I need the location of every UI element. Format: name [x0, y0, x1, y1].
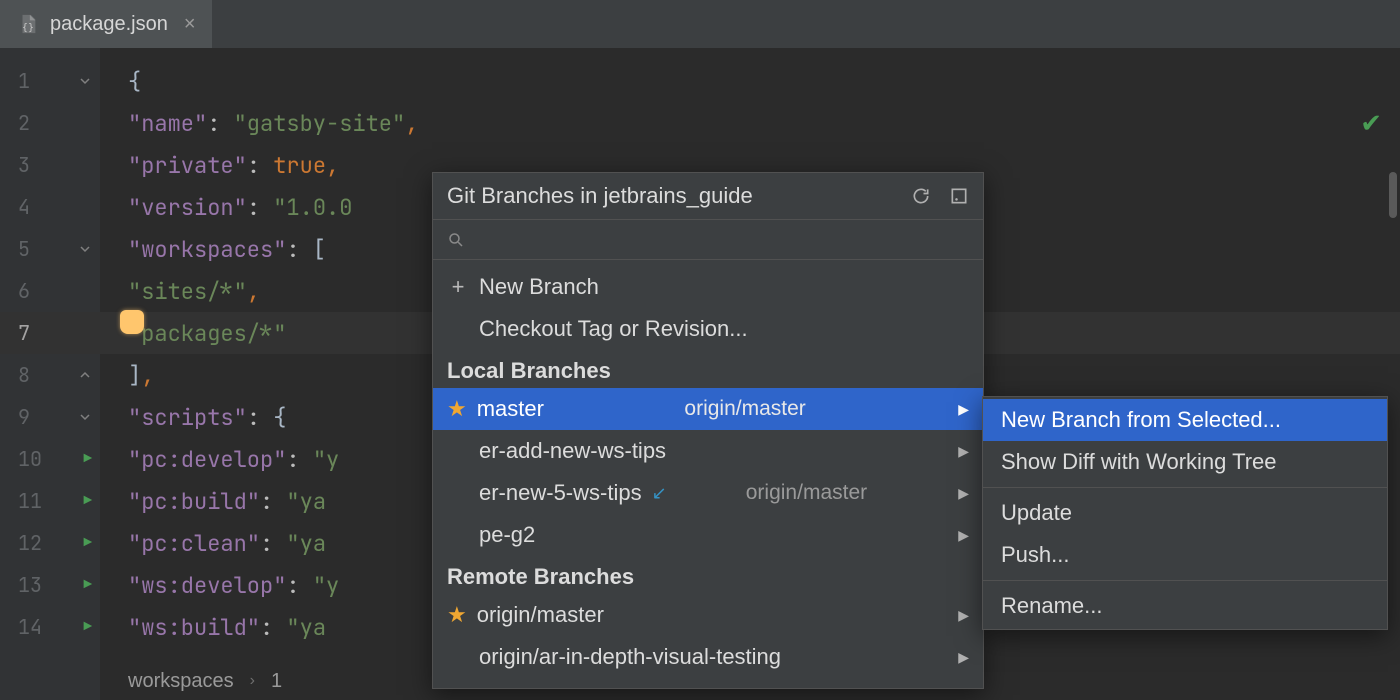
inspection-ok-icon[interactable]: ✔	[1360, 108, 1382, 139]
branch-item[interactable]: er-new-5-ws-tips ↙ origin/master ▶	[433, 472, 983, 514]
run-gutter-icon[interactable]: ▶	[84, 576, 92, 594]
separator	[983, 580, 1387, 581]
search-icon	[447, 231, 465, 249]
chevron-right-icon: ▶	[958, 527, 969, 544]
breadcrumb-item[interactable]: workspaces	[128, 670, 234, 693]
line-number: 6	[18, 278, 30, 304]
plus-icon: +	[447, 274, 469, 300]
chevron-right-icon: ▶	[958, 443, 969, 460]
branch-item-master[interactable]: ★ master origin/master ▶	[433, 388, 983, 430]
search-input[interactable]	[475, 228, 969, 251]
chevron-right-icon: ▶	[958, 401, 969, 418]
line-number: 3	[18, 152, 30, 178]
chevron-right-icon: ▶	[958, 607, 969, 624]
new-branch-item[interactable]: + New Branch	[433, 266, 983, 308]
fold-close-icon[interactable]	[78, 368, 92, 382]
fold-open-icon[interactable]	[78, 74, 92, 88]
line-number: 13	[18, 572, 42, 598]
branch-item[interactable]: er-add-new-ws-tips ▶	[433, 430, 983, 472]
run-gutter-icon[interactable]: ▶	[84, 450, 92, 468]
breadcrumb[interactable]: workspaces › 1	[100, 662, 310, 700]
tab-package-json[interactable]: {} package.json ×	[0, 0, 212, 48]
remote-branches-heading: Remote Branches	[433, 556, 983, 594]
remote-branch-item[interactable]: ★ origin/master ▶	[433, 594, 983, 636]
svg-text:{}: {}	[22, 22, 34, 33]
branch-submenu: New Branch from Selected... Show Diff wi…	[982, 396, 1388, 630]
run-gutter-icon[interactable]: ▶	[84, 534, 92, 552]
close-icon[interactable]: ×	[184, 13, 196, 36]
line-number: 11	[18, 488, 42, 514]
line-number: 8	[18, 362, 30, 388]
line-number: 4	[18, 194, 30, 220]
line-number: 2	[18, 110, 30, 136]
fold-open-icon[interactable]	[78, 242, 92, 256]
star-icon: ★	[447, 398, 467, 420]
scrollbar-thumb[interactable]	[1389, 172, 1397, 218]
star-icon: ★	[447, 604, 467, 626]
popup-search[interactable]	[433, 219, 983, 260]
refresh-icon[interactable]	[911, 186, 931, 206]
fold-open-icon[interactable]	[78, 410, 92, 424]
checkout-tag-item[interactable]: Checkout Tag or Revision...	[433, 308, 983, 350]
separator	[983, 487, 1387, 488]
expand-icon[interactable]	[949, 186, 969, 206]
chevron-right-icon: ›	[250, 672, 255, 690]
submenu-new-branch[interactable]: New Branch from Selected...	[983, 399, 1387, 441]
line-number: 5	[18, 236, 30, 262]
submenu-push[interactable]: Push...	[983, 534, 1387, 576]
line-number: 9	[18, 404, 30, 430]
run-gutter-icon[interactable]: ▶	[84, 492, 92, 510]
popup-title: Git Branches in jetbrains_guide	[447, 183, 753, 209]
line-number: 12	[18, 530, 42, 556]
gutter: 1 2 3 4 5 6 7 8 9 10 ▶ 11 ▶ 12 ▶ 13 ▶ 14 ▶	[0, 48, 100, 700]
breadcrumb-item[interactable]: 1	[271, 670, 282, 693]
tab-label: package.json	[50, 13, 168, 36]
line-number: 1	[18, 68, 30, 94]
tab-bar: {} package.json ×	[0, 0, 1400, 48]
line-number: 7	[18, 320, 30, 346]
submenu-update[interactable]: Update	[983, 492, 1387, 534]
branch-item[interactable]: pe-g2 ▶	[433, 514, 983, 556]
line-number: 14	[18, 614, 42, 640]
run-gutter-icon[interactable]: ▶	[84, 618, 92, 636]
intention-bulb-icon[interactable]	[120, 310, 144, 334]
submenu-show-diff[interactable]: Show Diff with Working Tree	[983, 441, 1387, 483]
chevron-right-icon: ▶	[958, 485, 969, 502]
local-branches-heading: Local Branches	[433, 350, 983, 388]
json-file-icon: {}	[16, 12, 40, 36]
chevron-right-icon: ▶	[958, 649, 969, 666]
git-branches-popup: Git Branches in jetbrains_guide + New Br…	[432, 172, 984, 689]
line-number: 10	[18, 446, 42, 472]
incoming-icon: ↙	[652, 483, 667, 504]
submenu-rename[interactable]: Rename...	[983, 585, 1387, 627]
remote-branch-item[interactable]: origin/ar-in-depth-visual-testing ▶	[433, 636, 983, 678]
